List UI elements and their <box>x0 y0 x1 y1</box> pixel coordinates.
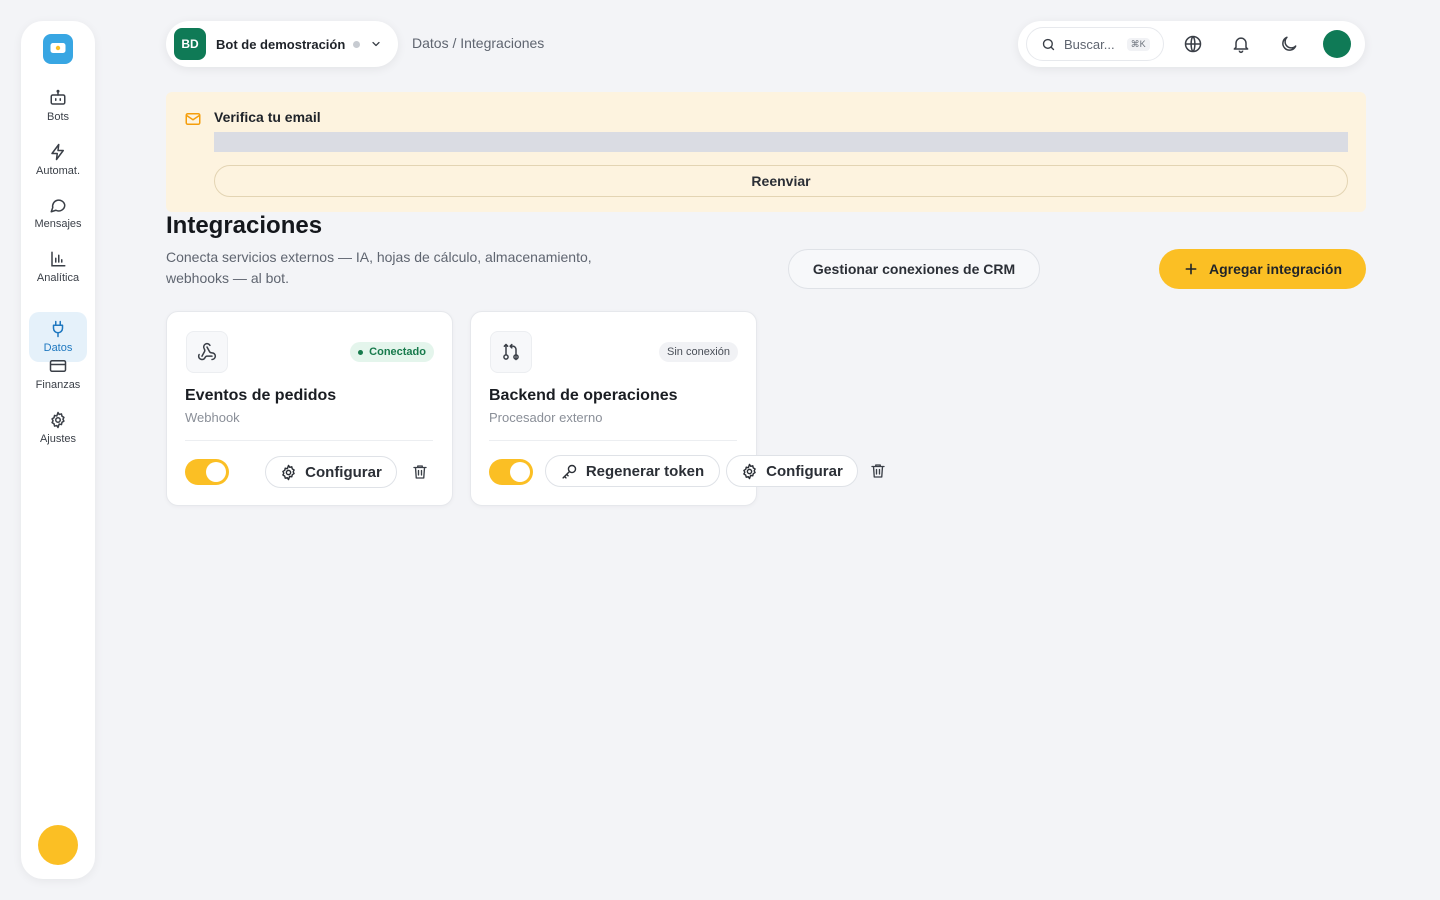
search-shortcut: ⌘K <box>1126 37 1150 51</box>
sidebar-item-label: Finanzas <box>35 379 81 391</box>
sidebar-item-label: Ajustes <box>39 433 77 445</box>
sidebar-item-mensajes[interactable]: Mensajes <box>29 188 87 238</box>
resend-button[interactable]: Reenviar <box>214 165 1348 197</box>
sidebar-item-label: Bots <box>46 111 69 123</box>
breadcrumb: Datos / Integraciones <box>412 35 545 51</box>
bell-icon[interactable] <box>1231 34 1251 54</box>
route-icon <box>503 343 519 361</box>
manage-crm-button[interactable]: Gestionar conexiones de CRM <box>788 249 1040 289</box>
sidebar-item-ajustes[interactable]: Ajustes <box>29 403 87 453</box>
page-title: Integraciones <box>166 212 323 239</box>
topbar-actions: Buscar... ⌘K <box>1018 21 1365 67</box>
bot-name: Bot de demostración <box>216 36 346 52</box>
bot-selector[interactable]: BD Bot de demostración <box>166 21 398 67</box>
card-icon <box>49 360 67 372</box>
status-dot <box>358 349 364 355</box>
trash-icon[interactable] <box>869 462 887 480</box>
gear-icon <box>282 464 295 480</box>
sidebar-item-label: Automat. <box>35 165 81 177</box>
sidebar-item-label: Analítica <box>36 272 80 284</box>
integration-type: Procesador externo <box>489 410 603 425</box>
banner-title: Verifica tu email <box>214 109 321 125</box>
integration-type: Webhook <box>185 410 240 425</box>
bot-initials-badge: BD <box>174 28 206 60</box>
status-badge: Sin conexión <box>659 342 738 362</box>
integration-card: Conectado Eventos de pedidos Webhook Con… <box>166 311 453 506</box>
regenerate-token-button[interactable]: Regenerar token <box>545 455 720 487</box>
moon-icon[interactable] <box>1279 34 1299 54</box>
globe-icon[interactable] <box>1183 34 1203 54</box>
search-icon <box>1042 38 1055 50</box>
regenerate-token-label: Regenerar token <box>585 462 705 480</box>
configure-label: Configurar <box>766 462 843 480</box>
page-description: Conecta servicios externos — IA, hojas d… <box>166 249 592 286</box>
integration-toggle[interactable] <box>185 459 229 485</box>
sidebar-item-finanzas[interactable]: Finanzas <box>29 349 87 399</box>
message-icon <box>50 199 66 213</box>
plus-icon <box>1185 263 1197 275</box>
key-icon <box>562 464 577 479</box>
plug-icon <box>52 320 64 338</box>
verify-email-banner: Verifica tu email Reenviar <box>166 92 1366 212</box>
trash-icon[interactable] <box>411 463 429 481</box>
divider <box>185 440 433 441</box>
lightning-icon <box>51 143 64 161</box>
integration-title: Backend de operaciones <box>489 387 678 404</box>
sidebar-item-automat[interactable]: Automat. <box>29 135 87 185</box>
sidebar: Bots Automat. Mensajes Analítica Datos F… <box>21 21 95 879</box>
integration-title: Eventos de pedidos <box>185 387 337 404</box>
bot-status-dot <box>353 40 361 48</box>
integration-icon-box <box>186 331 228 373</box>
robot-icon <box>50 89 66 105</box>
integration-toggle[interactable] <box>489 459 533 485</box>
mail-icon <box>185 113 201 125</box>
gear-icon <box>743 463 756 479</box>
sidebar-item-analitica[interactable]: Analítica <box>29 242 87 292</box>
toggle-knob <box>510 462 530 482</box>
status-badge: Conectado <box>350 342 434 362</box>
configure-button[interactable]: Configurar <box>726 455 858 487</box>
add-integration-button[interactable]: Agregar integración <box>1159 249 1366 289</box>
add-integration-label: Agregar integración <box>1208 261 1343 277</box>
gear-icon <box>51 411 65 429</box>
search-placeholder: Buscar... <box>1064 36 1115 52</box>
status-label: Conectado <box>369 346 426 358</box>
user-avatar[interactable] <box>1323 30 1351 58</box>
banner-message-placeholder <box>214 132 1348 152</box>
divider <box>489 440 737 441</box>
chat-bubble-logo-icon <box>50 43 66 53</box>
sidebar-item-bots[interactable]: Bots <box>29 81 87 131</box>
app-logo[interactable] <box>43 34 73 64</box>
toggle-knob <box>206 462 226 482</box>
status-label: Sin conexión <box>667 346 730 358</box>
user-avatar[interactable] <box>38 825 78 865</box>
chevron-down-icon <box>372 41 380 47</box>
bar-chart-icon <box>51 251 66 267</box>
configure-label: Configurar <box>305 463 382 481</box>
integration-icon-box <box>490 331 532 373</box>
sidebar-item-label: Mensajes <box>34 218 82 230</box>
webhook-icon <box>197 342 216 361</box>
configure-button[interactable]: Configurar <box>265 456 397 488</box>
search-input[interactable]: Buscar... ⌘K <box>1026 27 1164 61</box>
